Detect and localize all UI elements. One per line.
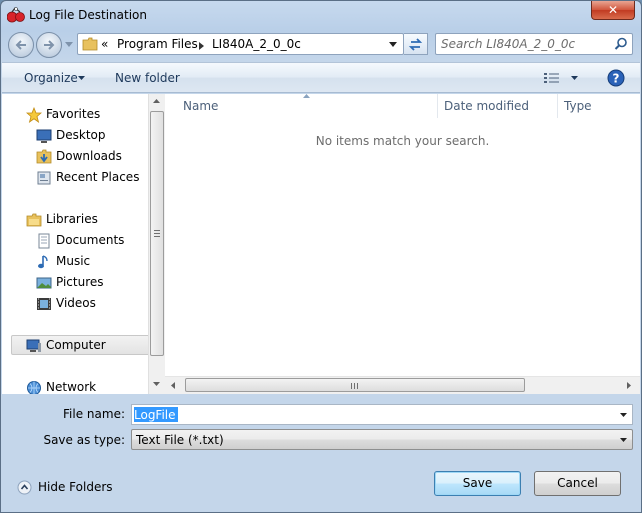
scrollbar-thumb[interactable] — [150, 111, 164, 356]
network-icon — [27, 381, 41, 394]
refresh-icon — [408, 38, 423, 51]
chevron-up-icon — [17, 480, 32, 495]
nav-label: Recent Places — [56, 170, 140, 184]
navigation-pane-scrollbar[interactable] — [148, 94, 165, 394]
scroll-right-icon[interactable] — [627, 382, 631, 389]
videos-icon — [37, 298, 51, 310]
search-input[interactable] — [439, 36, 609, 52]
file-list-scrollbar[interactable] — [165, 376, 640, 394]
documents-icon — [38, 233, 50, 249]
title-bar: Log File Destination ✕ — [1, 1, 641, 29]
cancel-button[interactable]: Cancel — [534, 471, 621, 496]
music-icon — [38, 255, 48, 269]
recent-pages-dropdown-icon[interactable] — [65, 42, 73, 48]
column-divider[interactable] — [437, 94, 438, 118]
search-icon[interactable] — [614, 37, 628, 51]
column-header-date-modified[interactable]: Date modified — [444, 99, 529, 113]
navigation-bar: « Program Files LI840A_2_0_0c — [1, 29, 641, 61]
sort-ascending-icon — [303, 94, 310, 98]
grip-line — [154, 236, 160, 237]
close-button[interactable]: ✕ — [591, 1, 635, 20]
column-divider[interactable] — [557, 94, 558, 118]
save-as-type-label: Save as type: — [43, 433, 125, 447]
grip-line — [357, 383, 358, 389]
desktop-icon — [36, 129, 52, 143]
nav-label: Desktop — [56, 128, 106, 142]
organize-button[interactable]: Organize — [24, 71, 78, 85]
file-name-label: File name: — [63, 407, 125, 421]
refresh-button[interactable] — [404, 33, 428, 55]
help-icon[interactable]: ? — [607, 69, 625, 87]
back-button[interactable] — [8, 32, 34, 58]
nav-label: Pictures — [56, 275, 104, 289]
pictures-icon — [36, 277, 52, 289]
folder-icon — [82, 37, 98, 51]
save-as-type-value: Text File (*.txt) — [136, 433, 224, 447]
nav-label: Network — [46, 380, 97, 394]
save-button[interactable]: Save — [434, 471, 521, 496]
svg-text:?: ? — [613, 72, 620, 86]
command-bar: Organize New folder ? — [2, 62, 640, 93]
scroll-down-icon[interactable] — [153, 382, 160, 386]
nav-label: Music — [56, 254, 91, 268]
nav-label: Computer — [46, 338, 106, 352]
nav-label: Favorites — [46, 107, 101, 121]
save-as-type-select[interactable]: Text File (*.txt) — [131, 429, 633, 450]
chevron-down-icon[interactable] — [78, 76, 85, 80]
breadcrumb-separator-icon[interactable] — [199, 42, 204, 50]
empty-message: No items match your search. — [315, 134, 490, 148]
views-icon[interactable] — [544, 72, 560, 84]
grip-line — [354, 383, 355, 389]
file-list[interactable]: Name Date modified Type No items match y… — [165, 94, 640, 376]
scrollbar-thumb[interactable] — [185, 378, 525, 392]
computer-icon — [26, 339, 41, 352]
chevron-down-icon[interactable] — [620, 413, 627, 417]
nav-label: Libraries — [46, 212, 98, 226]
hide-folders-label: Hide Folders — [38, 480, 113, 494]
downloads-icon — [36, 149, 52, 164]
app-icon — [7, 7, 25, 23]
grip-line — [154, 233, 160, 234]
breadcrumb-overflow[interactable]: « — [101, 37, 108, 51]
forward-button[interactable] — [36, 32, 62, 58]
search-box[interactable] — [435, 33, 633, 55]
libraries-icon — [26, 213, 42, 227]
star-icon — [26, 107, 42, 123]
breadcrumb-program-files[interactable]: Program Files — [117, 37, 198, 51]
scroll-left-icon[interactable] — [171, 382, 175, 389]
column-header-name[interactable]: Name — [183, 99, 218, 113]
back-arrow-icon — [15, 40, 26, 50]
column-header-type[interactable]: Type — [564, 99, 592, 113]
new-folder-button[interactable]: New folder — [115, 71, 180, 85]
chevron-down-icon[interactable] — [620, 438, 627, 442]
grip-line — [154, 230, 160, 231]
scroll-up-icon[interactable] — [153, 99, 160, 103]
navigation-pane: Favorites Desktop Downloads Recent Place… — [2, 94, 149, 394]
file-name-field[interactable] — [131, 404, 633, 425]
nav-label: Documents — [56, 233, 125, 247]
chevron-down-icon[interactable] — [571, 76, 578, 80]
grip-line — [351, 383, 352, 389]
nav-label: Downloads — [56, 149, 122, 163]
recent-places-icon — [37, 171, 51, 185]
address-bar[interactable]: « Program Files LI840A_2_0_0c — [77, 33, 404, 55]
save-dialog: Log File Destination ✕ « Program Files L… — [0, 0, 642, 513]
window-title: Log File Destination — [29, 8, 148, 22]
chevron-down-icon[interactable] — [389, 42, 397, 47]
file-name-input[interactable] — [134, 407, 614, 423]
nav-label: Videos — [56, 296, 96, 310]
forward-arrow-icon — [44, 40, 55, 50]
breadcrumb-li840a[interactable]: LI840A_2_0_0c — [212, 37, 301, 51]
